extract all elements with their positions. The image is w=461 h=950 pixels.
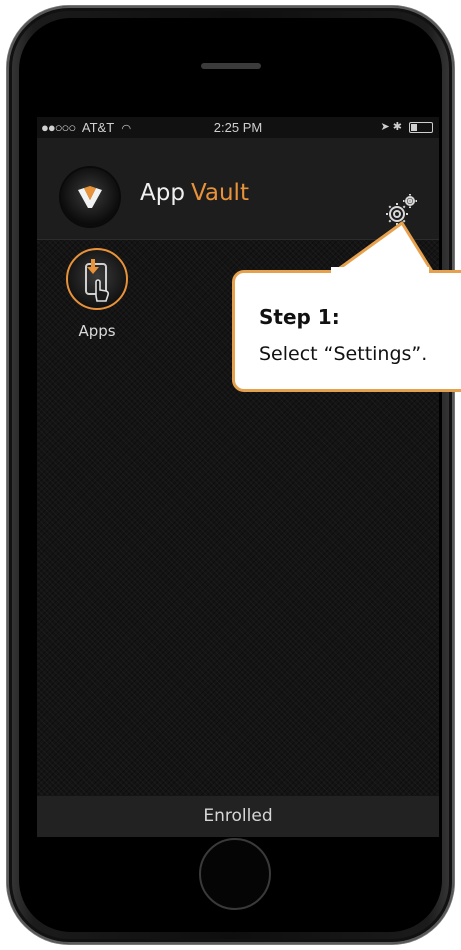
callout-text: Select “Settings”. bbox=[259, 343, 428, 365]
apps-label: Apps bbox=[78, 322, 116, 340]
enrollment-status-bar: Enrolled bbox=[37, 796, 439, 837]
status-bar: ●●○○○ AT&T ◠ 2:25 PM ➤ ✱ bbox=[37, 117, 439, 138]
app-title: App Vault bbox=[140, 180, 249, 206]
app-title-main: App bbox=[140, 180, 185, 206]
apps-tile[interactable]: Apps bbox=[59, 248, 135, 340]
home-button[interactable] bbox=[199, 838, 271, 910]
step-callout: Step 1: Select “Settings”. bbox=[232, 270, 461, 392]
callout-pointer-join bbox=[331, 267, 429, 273]
callout-title: Step 1: bbox=[259, 305, 340, 329]
app-title-accent: Vault bbox=[190, 180, 249, 206]
phone-speaker bbox=[201, 63, 261, 69]
bluetooth-icon: ✱ bbox=[392, 121, 402, 133]
app-vault-logo bbox=[61, 168, 119, 226]
battery-icon bbox=[409, 121, 433, 133]
enrollment-status: Enrolled bbox=[203, 806, 273, 826]
location-icon: ➤ bbox=[380, 121, 390, 133]
app-download-touch-icon bbox=[66, 248, 128, 310]
status-time: 2:25 PM bbox=[213, 120, 263, 135]
